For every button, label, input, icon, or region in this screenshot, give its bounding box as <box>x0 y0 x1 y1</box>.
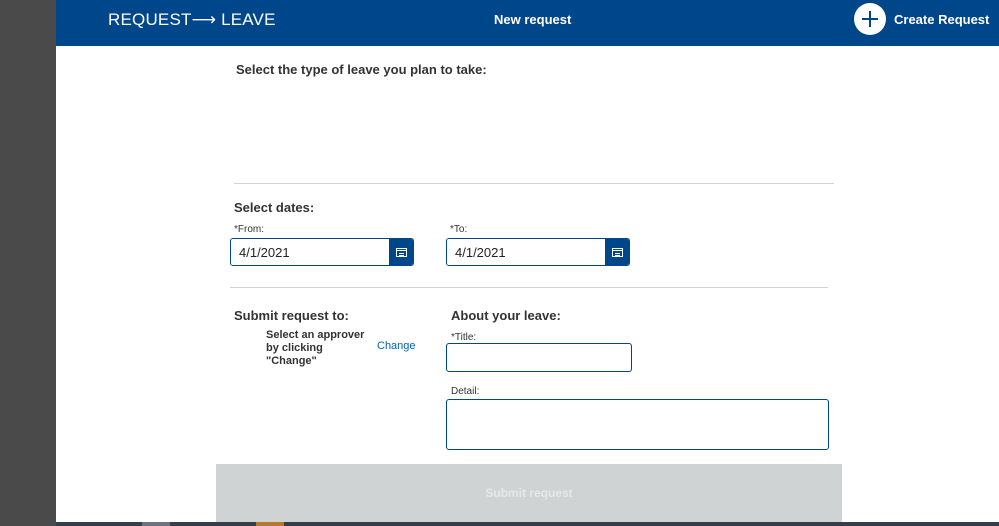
app-header: REQUEST⟶ LEAVE New request Create Reques… <box>56 0 999 46</box>
taskbar-item[interactable] <box>142 522 170 526</box>
page-title: New request <box>494 12 572 27</box>
taskbar-item[interactable] <box>256 522 284 526</box>
left-rail <box>0 0 56 526</box>
about-heading: About your leave: <box>451 308 561 323</box>
calendar-icon[interactable] <box>395 247 407 257</box>
plus-icon[interactable] <box>854 3 886 35</box>
change-approver-link[interactable]: Change <box>377 340 416 352</box>
title-input[interactable] <box>446 343 632 372</box>
from-date-input[interactable]: 4/1/2021 <box>231 239 389 265</box>
to-label: *To: <box>450 224 468 235</box>
create-request-label[interactable]: Create Request <box>894 12 989 27</box>
to-date-field[interactable]: 4/1/2021 <box>446 238 630 266</box>
divider-1 <box>234 183 834 184</box>
divider-2 <box>230 287 828 288</box>
to-calendar-button[interactable] <box>605 239 629 265</box>
create-request-button[interactable]: Create Request <box>854 3 989 35</box>
to-date-input[interactable]: 4/1/2021 <box>447 239 605 265</box>
detail-textarea[interactable] <box>446 399 829 450</box>
leave-type-prompt: Select the type of leave you plan to tak… <box>236 62 487 77</box>
submit-request-button[interactable]: Submit request <box>216 464 842 522</box>
calendar-icon[interactable] <box>611 247 623 257</box>
taskbar <box>56 522 999 526</box>
submit-to-heading: Submit request to: <box>234 308 349 323</box>
app-title: REQUEST⟶ LEAVE <box>108 10 276 29</box>
from-label: *From: <box>234 224 264 235</box>
from-calendar-button[interactable] <box>389 239 413 265</box>
title-label: *Title: <box>451 332 477 343</box>
approver-hint: Select an approver by clicking "Change" <box>266 329 365 367</box>
dates-heading: Select dates: <box>234 200 315 215</box>
from-date-field[interactable]: 4/1/2021 <box>230 238 414 266</box>
detail-label: Detail: <box>451 386 480 397</box>
request-form <box>216 46 842 522</box>
